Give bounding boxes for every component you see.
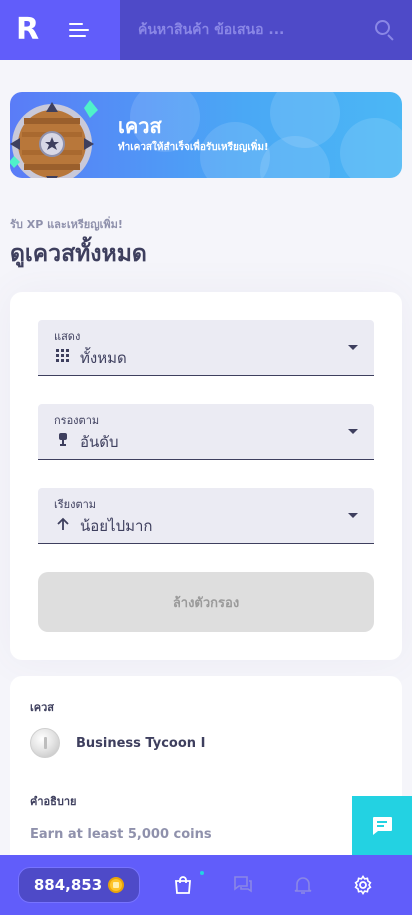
banner-subtitle: ทำเควสให้สำเร็จเพื่อรับเหรียญเพิ่ม! [118, 142, 269, 153]
sort-by-select-value: น้อยไปมาก [80, 517, 153, 535]
quests-banner: เควส ทำเควสให้สำเร็จเพื่อรับเหรียญเพิ่ม! [10, 92, 402, 178]
filter-card: แสดง ทั้งหมด กรองตาม อันดับ เรียงตาม น้อ… [10, 292, 402, 660]
coin-amount: 884,853 [33, 876, 103, 894]
filter-by-select-label: กรองตาม [54, 414, 100, 427]
sort-by-select-label: เรียงตาม [54, 498, 97, 511]
quest-name[interactable]: Business Tycoon I [76, 736, 205, 751]
show-select-label: แสดง [54, 330, 81, 343]
coin-balance[interactable]: 884,853 [18, 867, 140, 903]
section-pretitle: รับ XP และเหรียญเพิ่ม! [10, 218, 123, 231]
chevron-down-icon [348, 513, 358, 518]
shopping-bag-icon[interactable] [173, 875, 193, 895]
header-brand-area: R [0, 0, 120, 60]
quest-shield-icon [10, 100, 98, 178]
arrow-up-icon [57, 517, 69, 530]
filter-by-select-value: อันดับ [80, 433, 119, 451]
banner-title: เควส [118, 114, 162, 138]
description-label: คำอธิบาย [30, 795, 77, 808]
show-select-value: ทั้งหมด [80, 349, 127, 367]
search-bar [120, 0, 412, 60]
search-icon[interactable] [374, 19, 396, 41]
menu-icon[interactable] [69, 21, 91, 39]
sort-by-select[interactable]: เรียงตาม น้อยไปมาก [38, 488, 374, 544]
show-select[interactable]: แสดง ทั้งหมด [38, 320, 374, 376]
quest-description: Earn at least 5,000 coins [30, 827, 212, 842]
chevron-down-icon [348, 345, 358, 350]
grid-icon [56, 349, 70, 363]
page-title: ดูเควสทั้งหมด [10, 241, 147, 267]
rank-icon [59, 433, 67, 446]
top-header: R [0, 0, 412, 60]
clear-filters-button[interactable]: ล้างตัวกรอง [38, 572, 374, 632]
chat-icon [373, 817, 392, 835]
logo[interactable]: R [16, 15, 39, 45]
chat-button[interactable] [352, 796, 412, 856]
quest-label: เควส [30, 701, 55, 714]
coin-icon [108, 877, 125, 893]
search-input[interactable] [138, 22, 374, 38]
settings-icon[interactable] [353, 875, 373, 895]
bell-icon[interactable] [293, 875, 313, 895]
bottom-nav: 884,853 [0, 855, 412, 915]
notification-dot [200, 871, 204, 875]
filter-by-select[interactable]: กรองตาม อันดับ [38, 404, 374, 460]
quest-badge-icon [30, 728, 60, 758]
messages-icon[interactable] [233, 875, 253, 895]
chevron-down-icon [348, 429, 358, 434]
